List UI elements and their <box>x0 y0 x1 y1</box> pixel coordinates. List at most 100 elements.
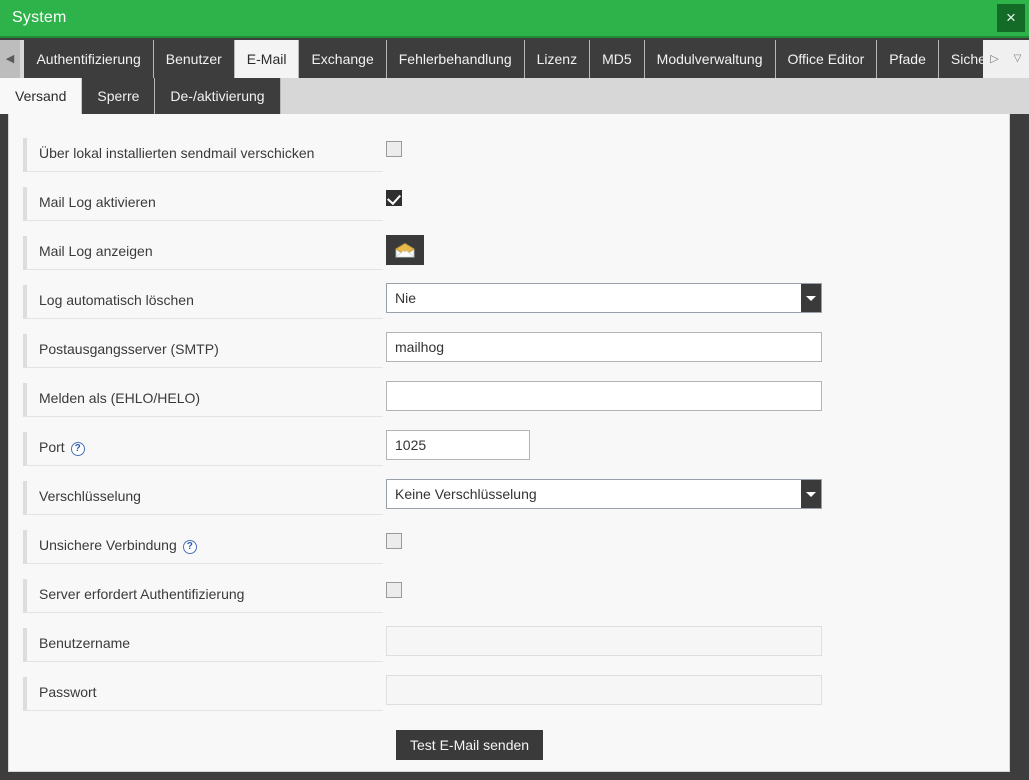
tab-modulverwaltung[interactable]: Modulverwaltung <box>644 40 776 78</box>
subtab-de-aktivierung[interactable]: De-/aktivierung <box>155 78 281 114</box>
label-server-erfordert-authentifizierung: Server erfordert Authentifizierung <box>23 579 383 613</box>
row-label-text: Unsichere Verbindung <box>39 537 177 553</box>
field-wrapper <box>386 332 822 362</box>
settings-form: Über lokal installierten sendmail versch… <box>9 130 1009 771</box>
input-passwort <box>386 675 822 705</box>
field-wrapper <box>386 626 822 656</box>
form-row: Über lokal installierten sendmail versch… <box>9 130 1009 179</box>
secondary-tab-strip: Versand Sperre De-/aktivierung <box>0 78 1029 114</box>
tab-label: Exchange <box>311 51 374 67</box>
row-label-text: Passwort <box>39 684 97 700</box>
tab-label: E-Mail <box>246 51 287 67</box>
form-row: Log automatisch löschen Nie <box>9 277 1009 326</box>
input-port[interactable] <box>386 430 530 460</box>
subtab-label: Sperre <box>97 88 140 104</box>
select-value: Keine Verschlüsselung <box>395 486 537 502</box>
help-icon[interactable]: ? <box>70 442 85 456</box>
tab-label: Lizenz <box>536 51 578 67</box>
field-wrapper <box>386 577 402 598</box>
tab-navigation-controls: ▷ ▽ <box>983 40 1029 78</box>
form-row: Mail Log anzeigen <box>9 228 1009 277</box>
field-wrapper <box>386 234 424 265</box>
tab-lizenz[interactable]: Lizenz <box>524 40 591 78</box>
checkbox-server-erfordert-authentifizierung[interactable] <box>386 582 402 598</box>
panel-left-edge <box>0 114 8 772</box>
tab-label: Modulverwaltung <box>656 51 763 67</box>
field-wrapper <box>386 185 402 206</box>
form-row: Melden als (EHLO/HELO) <box>9 375 1009 424</box>
row-label-text: Port <box>39 439 65 455</box>
tab-md5[interactable]: MD5 <box>590 40 645 78</box>
row-label-text: Server erfordert Authentifizierung <box>39 586 245 602</box>
form-row: Passwort <box>9 669 1009 718</box>
tab-e-mail[interactable]: E-Mail <box>234 40 300 78</box>
row-label-text: Postausgangsserver (SMTP) <box>39 341 219 357</box>
chevron-down-icon[interactable] <box>801 284 821 312</box>
label-postausgangsserver-smtp: Postausgangsserver (SMTP) <box>23 334 383 368</box>
select-verschluesselung[interactable]: Keine Verschlüsselung <box>386 479 822 509</box>
label-port: Port? <box>23 432 383 466</box>
tab-benutzer[interactable]: Benutzer <box>153 40 235 78</box>
subtab-versand[interactable]: Versand <box>0 78 83 114</box>
label-ueber-lokal-installierten-sendmail-verschicken: Über lokal installierten sendmail versch… <box>23 138 383 172</box>
form-row: Postausgangsserver (SMTP) <box>9 326 1009 375</box>
field-wrapper <box>386 528 402 549</box>
system-settings-window: System × ◀ Authentifizierung Benutzer E-Ma… <box>0 0 1029 780</box>
show-mail-log-button[interactable] <box>386 235 424 265</box>
subtab-sperre[interactable]: Sperre <box>82 78 156 114</box>
primary-tab-strip: ◀ Authentifizierung Benutzer E-Mail Exchang… <box>0 40 1029 78</box>
input-postausgangsserver-smtp[interactable] <box>386 332 822 362</box>
select-value: Nie <box>395 290 417 306</box>
form-row: Port? <box>9 424 1009 473</box>
tab-label: Authentifizierung <box>36 51 141 67</box>
row-label-text: Benutzername <box>39 635 131 651</box>
action-row: Test E-Mail senden <box>9 718 1009 771</box>
tab-exchange[interactable]: Exchange <box>299 40 387 78</box>
subtab-label: De-/aktivierung <box>170 88 265 104</box>
help-icon[interactable]: ? <box>182 540 197 554</box>
tab-scroll-right-icon[interactable]: ▷ <box>983 40 1006 78</box>
form-row: Benutzername <box>9 620 1009 669</box>
tab-authentifizierung[interactable]: Authentifizierung <box>24 40 154 78</box>
checkbox-mail-log-aktivieren[interactable] <box>386 190 402 206</box>
form-row: Verschlüsselung Keine Verschlüsselung <box>9 473 1009 522</box>
label-benutzername: Benutzername <box>23 628 383 662</box>
tab-fehlerbehandlung[interactable]: Fehlerbehandlung <box>386 40 525 78</box>
tab-office-editor[interactable]: Office Editor <box>775 40 878 78</box>
label-mail-log-anzeigen: Mail Log anzeigen <box>23 236 383 270</box>
select-log-automatisch-loeschen[interactable]: Nie <box>386 283 822 313</box>
label-log-automatisch-loeschen: Log automatisch löschen <box>23 285 383 319</box>
input-benutzername <box>386 626 822 656</box>
chevron-down-icon[interactable] <box>801 480 821 508</box>
send-test-email-button[interactable]: Test E-Mail senden <box>396 730 544 760</box>
panel-right-edge <box>1010 114 1029 772</box>
tab-label: Office Editor <box>787 51 865 67</box>
tab-scroll-left-icon[interactable]: ◀ <box>0 40 20 78</box>
field-wrapper <box>386 430 530 460</box>
tab-label: Benutzer <box>165 51 222 67</box>
row-label-text: Mail Log anzeigen <box>39 243 153 259</box>
checkbox-unsichere-verbindung[interactable] <box>386 533 402 549</box>
label-verschluesselung: Verschlüsselung <box>23 481 383 515</box>
window-titlebar: System × <box>0 0 1029 38</box>
close-icon[interactable]: × <box>997 4 1025 32</box>
row-label-text: Melden als (EHLO/HELO) <box>39 390 201 406</box>
field-wrapper: Keine Verschlüsselung <box>386 479 822 509</box>
form-row: Mail Log aktivieren <box>9 179 1009 228</box>
field-wrapper <box>386 136 402 157</box>
field-wrapper: Nie <box>386 283 822 313</box>
label-mail-log-aktivieren: Mail Log aktivieren <box>23 187 383 221</box>
tab-list-dropdown-icon[interactable]: ▽ <box>1006 40 1029 78</box>
window-title: System <box>12 9 67 26</box>
field-wrapper <box>386 675 822 705</box>
tab-label: Fehlerbehandlung <box>398 51 512 67</box>
row-label-text: Über lokal installierten sendmail versch… <box>39 145 315 161</box>
tab-pfade[interactable]: Pfade <box>877 40 939 78</box>
label-passwort: Passwort <box>23 677 383 711</box>
row-label-text: Verschlüsselung <box>39 488 141 504</box>
tab-label: Pfade <box>889 51 926 67</box>
input-melden-als-ehlo-helo[interactable] <box>386 381 822 411</box>
row-label-text: Log automatisch löschen <box>39 292 194 308</box>
label-melden-als-ehlo-helo: Melden als (EHLO/HELO) <box>23 383 383 417</box>
checkbox-ueber-lokal-installierten-sendmail-verschicken[interactable] <box>386 141 402 157</box>
